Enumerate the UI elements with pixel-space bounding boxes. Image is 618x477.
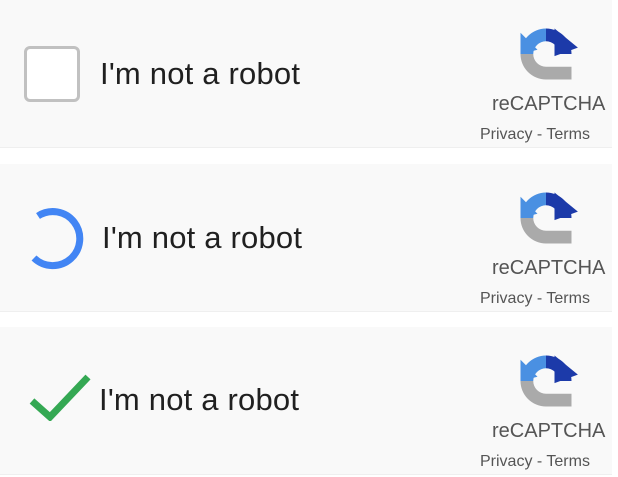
recaptcha-logo-icon (520, 28, 578, 80)
recaptcha-logo-icon (520, 192, 578, 244)
privacy-link[interactable]: Privacy (480, 126, 532, 143)
recaptcha-label: I'm not a robot (99, 382, 300, 417)
recaptcha-widget-loading: I'm not a robot reCAPTCHA Privacy - Term… (0, 164, 612, 312)
recaptcha-brand-text: reCAPTCHA (492, 257, 606, 279)
privacy-link[interactable]: Privacy (480, 290, 532, 307)
recaptcha-links: Privacy - Terms (480, 126, 590, 144)
recaptcha-checkbox[interactable] (24, 46, 80, 102)
loading-spinner-icon[interactable] (24, 202, 88, 274)
recaptcha-brand-text: reCAPTCHA (492, 93, 606, 115)
links-separator: - (532, 290, 547, 307)
privacy-link[interactable]: Privacy (480, 453, 532, 470)
links-separator: - (532, 126, 547, 143)
checkmark-icon[interactable] (28, 373, 92, 421)
recaptcha-widget-unchecked: I'm not a robot reCAPTCHA Privacy - Term… (0, 0, 612, 148)
recaptcha-widget-checked: I'm not a robot reCAPTCHA Privacy - Term… (0, 327, 612, 475)
recaptcha-links: Privacy - Terms (480, 453, 590, 471)
terms-link[interactable]: Terms (546, 126, 590, 143)
terms-link[interactable]: Terms (546, 290, 590, 307)
recaptcha-label: I'm not a robot (102, 220, 303, 255)
recaptcha-brand-text: reCAPTCHA (492, 420, 606, 442)
recaptcha-label: I'm not a robot (100, 56, 301, 91)
links-separator: - (532, 453, 547, 470)
recaptcha-logo-icon (520, 355, 578, 407)
recaptcha-links: Privacy - Terms (480, 290, 590, 308)
terms-link[interactable]: Terms (546, 453, 590, 470)
